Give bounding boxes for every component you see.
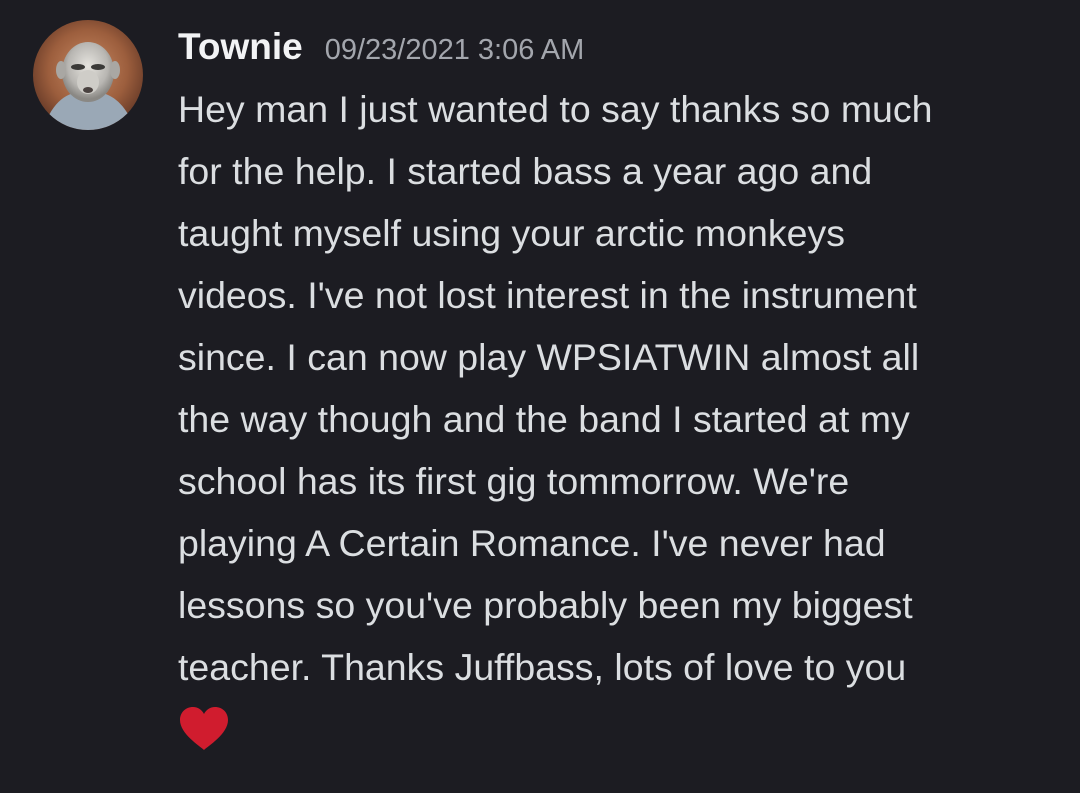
message-timestamp: 09/23/2021 3:06 AM: [324, 34, 585, 66]
red-heart-icon: [178, 706, 230, 752]
monkey-avatar-image: [33, 20, 143, 130]
message-line: the way though and the band I started at…: [178, 398, 910, 440]
chat-message: Townie 09/23/2021 3:06 AM Hey man I just …: [0, 0, 1080, 793]
message-line: lessons so you've probably been my bigge…: [178, 584, 913, 626]
author-name[interactable]: Townie: [178, 26, 303, 67]
message-line: teacher. Thanks Juffbass, lots of love t…: [178, 646, 907, 688]
message-line: videos. I've not lost interest in the in…: [178, 274, 917, 316]
message-content: Hey man I just wanted to say thanks so m…: [178, 78, 1058, 698]
message-header: Townie 09/23/2021 3:06 AM: [178, 26, 584, 76]
user-avatar[interactable]: [33, 20, 143, 130]
message-line: for the help. I started bass a year ago …: [178, 150, 873, 192]
message-line: taught myself using your arctic monkeys: [178, 212, 845, 254]
message-line: playing A Certain Romance. I've never ha…: [178, 522, 886, 564]
message-line: school has its first gig tommorrow. We'r…: [178, 460, 850, 502]
message-line: since. I can now play WPSIATWIN almost a…: [178, 336, 920, 378]
message-line: Hey man I just wanted to say thanks so m…: [178, 88, 933, 130]
